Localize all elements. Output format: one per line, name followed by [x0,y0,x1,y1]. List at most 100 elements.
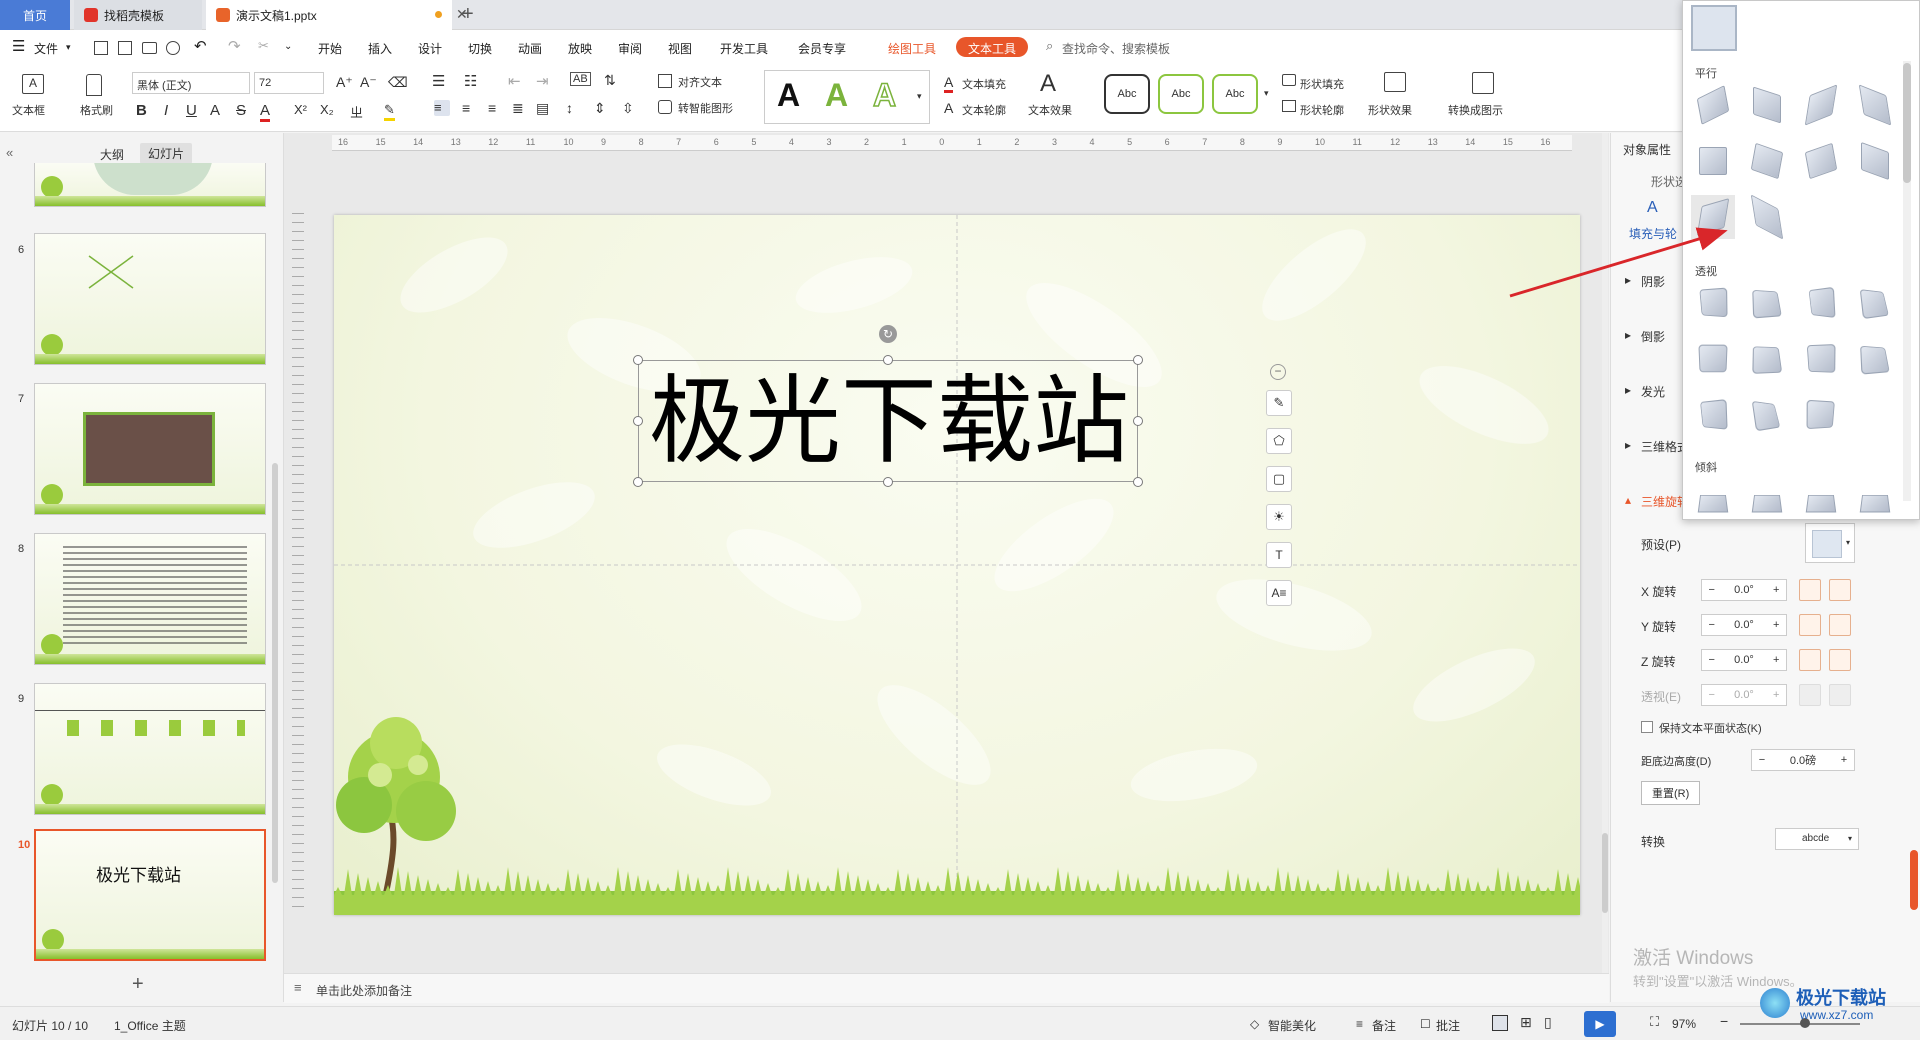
italic-icon[interactable]: I [164,102,168,119]
clear-format-icon[interactable]: ✂ [258,38,269,54]
shape-outline-button[interactable]: 形状轮廓 [1300,102,1344,118]
format-painter-button[interactable]: 格式刷 [80,102,113,118]
menu-item-review[interactable]: 审阅 [618,40,642,57]
menu-item-animation[interactable]: 动画 [518,40,542,57]
perspective-preset-4[interactable] [1853,281,1897,325]
menu-item-member[interactable]: 会员专享 [798,40,846,57]
perspective-preset-9[interactable] [1691,393,1735,437]
x-rotation-value[interactable]: 0.0° [1722,584,1767,596]
perspective-preset-10[interactable] [1745,393,1789,437]
shape-style-3[interactable]: Abc [1212,74,1258,114]
perspective-value[interactable]: 0.0° [1722,689,1767,701]
parallel-preset-6[interactable] [1745,139,1789,183]
text-fill-button[interactable]: 文本填充 [962,76,1006,92]
x-rotation-stepper[interactable]: −0.0° + [1701,579,1787,601]
oblique-preset-4[interactable] [1853,477,1897,519]
notes-bar[interactable]: ≡ 单击此处添加备注 [284,973,1609,1003]
parallel-preset-1[interactable] [1691,83,1735,127]
slide-thumb-8[interactable] [34,533,266,665]
preset-dropdown[interactable]: ▾ [1805,523,1855,563]
wordart-gallery[interactable]: A A A ▾ [764,70,930,124]
strikethrough-icon[interactable]: S [236,102,246,119]
chevron-down-icon[interactable]: ▾ [66,42,71,53]
convert-chart-button[interactable]: 转换成图示 [1448,102,1503,118]
menu-item-insert[interactable]: 插入 [368,40,392,57]
keep-flat-checkbox[interactable] [1641,721,1653,733]
perspective-widen-icon[interactable] [1829,684,1851,706]
perspective-preset-5[interactable] [1691,337,1735,381]
rotate-handle-icon[interactable]: ↻ [879,325,897,343]
wordart-style-black[interactable]: A [777,77,800,114]
shape-style-2[interactable]: Abc [1158,74,1204,114]
parallel-preset-5[interactable] [1691,139,1735,183]
align-right-icon[interactable]: ≡ [488,100,496,116]
preview-icon[interactable] [166,41,180,55]
shape-effect-button[interactable]: 形状效果 [1368,102,1412,118]
perspective-narrow-icon[interactable] [1799,684,1821,706]
text-shadow-icon[interactable]: A [210,102,220,119]
thumb-scrollbar[interactable] [272,463,278,883]
pen-icon[interactable]: ✎ [1266,390,1292,416]
redo-icon[interactable]: ↷ [228,37,241,55]
reset-button[interactable]: 重置(R) [1641,781,1701,805]
perspective-preset-11[interactable] [1799,393,1843,437]
bold-icon[interactable]: B [136,102,147,119]
tab-document[interactable]: 演示文稿1.pptx [206,0,452,30]
tab-outline[interactable]: 大纲 [100,146,124,163]
theme-name[interactable]: 1_Office 主题 [114,1017,186,1034]
perspective-preset-6[interactable] [1745,337,1789,381]
textbox-button[interactable]: 文本框 [12,102,45,118]
undo-icon[interactable]: ↶ [194,37,207,55]
save-icon[interactable] [94,41,108,55]
menu-item-design[interactable]: 设计 [418,40,442,57]
slide-thumb-9[interactable] [34,683,266,815]
wordart-more-icon[interactable]: ▾ [917,91,922,102]
smart-shape-button[interactable]: 转智能图形 [678,100,733,116]
canvas-scrollbar-thumb[interactable] [1602,833,1608,913]
menu-drawing-tools[interactable]: 绘图工具 [888,40,936,57]
rotate-down-icon[interactable] [1829,614,1851,636]
paragraph-spacing-icon[interactable]: ⇕ [594,100,606,117]
shape-style-more-icon[interactable]: ▾ [1264,88,1269,99]
sort-icon[interactable]: ⇅ [604,72,616,89]
menu-item-transition[interactable]: 切换 [468,40,492,57]
line-spacing-icon[interactable]: ↕ [566,100,573,116]
increase-indent-icon[interactable]: ⇥ [536,72,549,90]
font-color-icon[interactable]: A [260,102,271,122]
decrease-indent-icon[interactable]: ⇤ [508,72,521,90]
rotate-cw-icon[interactable] [1829,649,1851,671]
lightbulb-icon[interactable]: ☀ [1266,504,1292,530]
side-handle[interactable] [1910,850,1918,910]
resize-handle[interactable] [1133,416,1143,426]
y-rotation-value[interactable]: 0.0° [1722,619,1767,631]
resize-handle[interactable] [883,477,893,487]
wordart-style-outline[interactable]: A [872,76,897,114]
menu-item-developer[interactable]: 开发工具 [720,40,768,57]
collapse-float-toolbar-icon[interactable]: − [1270,364,1286,380]
slide-thumb-5[interactable] [34,163,266,207]
crop-icon[interactable]: ▢ [1266,466,1292,492]
font-size-select[interactable]: 72 [254,72,324,94]
resize-handle[interactable] [633,355,643,365]
new-tab-icon[interactable]: + [462,3,474,26]
text-outline-button[interactable]: 文本轮廓 [962,102,1006,118]
quick-access-more-icon[interactable]: ⌄ [284,41,292,52]
notes-placeholder[interactable]: 单击此处添加备注 [316,982,412,999]
shrink-font-icon[interactable]: A⁻ [360,74,377,91]
text-convert-icon[interactable]: T [1266,542,1292,568]
text-effect-button[interactable]: 文本效果 [1028,102,1072,118]
grow-font-icon[interactable]: A⁺ [336,74,353,91]
perspective-preset-3[interactable] [1799,281,1843,325]
slide-thumb-10[interactable]: 极光下载站 [34,829,266,961]
resize-handle[interactable] [633,416,643,426]
menu-text-tools[interactable]: 文本工具 [956,37,1029,57]
justify-icon[interactable]: ≣ [512,100,524,117]
collapse-panel-icon[interactable]: « [6,145,13,160]
oblique-preset-3[interactable] [1799,477,1843,519]
section-glow[interactable]: 发光 [1641,383,1665,400]
font-name-select[interactable]: 黑体 (正文) [132,72,250,94]
resize-handle[interactable] [1133,477,1143,487]
distribute-icon[interactable]: ▤ [536,100,549,117]
perspective-preset-8[interactable] [1853,337,1897,381]
menu-file[interactable]: 文件 [34,40,58,57]
